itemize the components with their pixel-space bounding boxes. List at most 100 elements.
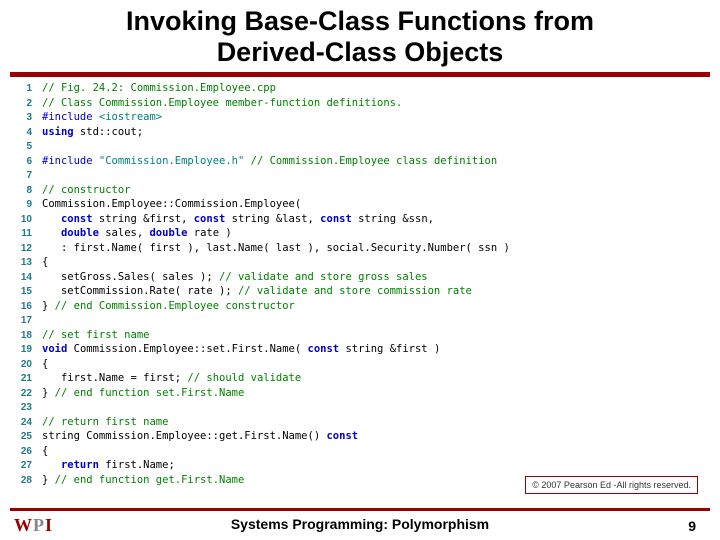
code-line: 14 setGross.Sales( sales ); // validate … xyxy=(10,270,710,285)
line-number: 23 xyxy=(10,401,32,415)
code-token: const xyxy=(194,213,226,225)
line-number: 4 xyxy=(10,126,32,140)
code-line: 22} // end function set.First.Name xyxy=(10,386,710,401)
code-line: 3 #include <iostream> xyxy=(10,110,710,125)
code-listing: 1 // Fig. 24.2: Commission.Employee.cpp 2 /… xyxy=(0,81,720,487)
line-number: 14 xyxy=(10,271,32,285)
line-number: 20 xyxy=(10,358,32,372)
title-line-2: Derived-Class Objects xyxy=(20,37,700,68)
code-content: setCommission.Rate( rate ); // validate … xyxy=(42,284,472,298)
code-token: // return first name xyxy=(42,416,168,428)
code-content: const string &first, const string &last,… xyxy=(42,212,434,226)
code-content: // set first name xyxy=(42,328,149,342)
code-content: : first.Name( first ), last.Name( last )… xyxy=(42,241,510,255)
code-content: { xyxy=(42,444,48,458)
code-content: string Commission.Employee::get.First.Na… xyxy=(42,429,358,443)
code-content: { xyxy=(42,357,48,371)
code-line: 13 { xyxy=(10,255,710,270)
code-line: 27 return first.Name; xyxy=(10,458,710,473)
code-token: void xyxy=(42,343,67,355)
code-line: 2 // Class Commission.Employee member-fun… xyxy=(10,96,710,111)
code-token: // set first name xyxy=(42,329,149,341)
code-line: 12 : first.Name( first ), last.Name( las… xyxy=(10,241,710,256)
footer-text: Systems Programming: Polymorphism xyxy=(0,516,720,532)
code-token: using xyxy=(42,126,74,138)
line-number: 16 xyxy=(10,300,32,314)
code-token: string &last, xyxy=(225,213,320,225)
line-number: 3 xyxy=(10,111,32,125)
logo-i: I xyxy=(45,515,53,535)
code-content: setGross.Sales( sales ); // validate and… xyxy=(42,270,428,284)
line-number: 9 xyxy=(10,198,32,212)
code-line: 17 xyxy=(10,313,710,328)
code-token: { xyxy=(42,445,48,457)
code-token: : first.Name( first ), last.Name( last )… xyxy=(42,242,510,254)
code-token: // Fig. 24.2: Commission.Employee.cpp xyxy=(42,82,276,94)
code-token: } xyxy=(42,387,55,399)
line-number: 2 xyxy=(10,97,32,111)
line-number: 8 xyxy=(10,184,32,198)
code-token: // Commission.Employee class definition xyxy=(251,155,498,167)
code-line: 9Commission.Employee::Commission.Employe… xyxy=(10,197,710,212)
line-number: 11 xyxy=(10,227,32,241)
code-token: } xyxy=(42,474,55,486)
code-token: <iostream> xyxy=(99,111,162,123)
code-token: { xyxy=(42,256,48,268)
code-content xyxy=(42,400,48,414)
code-content: void Commission.Employee::set.First.Name… xyxy=(42,342,440,356)
code-token: first.Name = first; xyxy=(42,372,187,384)
line-number: 24 xyxy=(10,416,32,430)
code-token: first.Name; xyxy=(99,459,175,471)
line-number: 22 xyxy=(10,387,32,401)
code-token: #include xyxy=(42,111,99,123)
code-token: // Class Commission.Employee member-func… xyxy=(42,97,402,109)
code-content: // return first name xyxy=(42,415,168,429)
code-content: #include <iostream> xyxy=(42,110,162,124)
code-token: sales, xyxy=(99,227,150,239)
code-token xyxy=(42,227,61,239)
code-token: // validate and store commission rate xyxy=(238,285,472,297)
line-number: 17 xyxy=(10,314,32,328)
line-number: 7 xyxy=(10,169,32,183)
code-line: 23 xyxy=(10,400,710,415)
code-content: // constructor xyxy=(42,183,131,197)
line-number: 10 xyxy=(10,213,32,227)
code-content xyxy=(42,313,48,327)
code-line: 10 const string &first, const string &la… xyxy=(10,212,710,227)
line-number: 26 xyxy=(10,445,32,459)
code-content: using std::cout; xyxy=(42,125,143,139)
line-number: 18 xyxy=(10,329,32,343)
code-token: setCommission.Rate( rate ); xyxy=(42,285,238,297)
line-number: 13 xyxy=(10,256,32,270)
code-content: first.Name = first; // should validate xyxy=(42,371,301,385)
code-token: const xyxy=(308,343,340,355)
code-content: } // end Commission.Employee constructor xyxy=(42,299,295,313)
code-token: string &first ) xyxy=(339,343,440,355)
code-content: double sales, double rate ) xyxy=(42,226,232,240)
code-line: 4 using std::cout; xyxy=(10,125,710,140)
code-token xyxy=(42,459,61,471)
code-content: return first.Name; xyxy=(42,458,175,472)
code-line: 15 setCommission.Rate( rate ); // valida… xyxy=(10,284,710,299)
code-token: #include xyxy=(42,155,99,167)
page-number: 9 xyxy=(688,518,696,534)
code-token: string &first, xyxy=(93,213,194,225)
code-token: // constructor xyxy=(42,184,131,196)
title-underline xyxy=(10,72,710,77)
code-token: string &ssn, xyxy=(352,213,434,225)
code-line: 7 xyxy=(10,168,710,183)
code-token: rate ) xyxy=(187,227,231,239)
slide-title: Invoking Base-Class Functions from Deriv… xyxy=(0,0,720,72)
line-number: 12 xyxy=(10,242,32,256)
code-line: 6 #include "Commission.Employee.h" // Com… xyxy=(10,154,710,169)
code-token: "Commission.Employee.h" xyxy=(99,155,244,167)
line-number: 1 xyxy=(10,82,32,96)
code-token: } xyxy=(42,300,55,312)
code-line: 8 // constructor xyxy=(10,183,710,198)
code-token: // validate and store gross sales xyxy=(219,271,428,283)
code-token: const xyxy=(320,213,352,225)
code-line: 25string Commission.Employee::get.First.… xyxy=(10,429,710,444)
line-number: 6 xyxy=(10,155,32,169)
code-line: 20 { xyxy=(10,357,710,372)
code-token: // should validate xyxy=(187,372,301,384)
